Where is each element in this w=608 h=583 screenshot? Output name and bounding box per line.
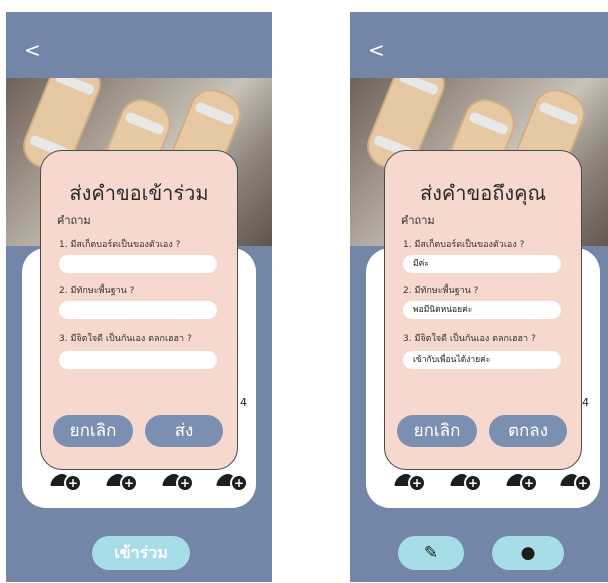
dialog-title: ส่งคำขอเข้าร่วม	[69, 181, 209, 205]
add-user-icon[interactable]: +	[505, 468, 538, 492]
add-user-icon[interactable]: +	[215, 468, 248, 492]
question-label: 3. มีจิตใจดี เป็นกันเอง ตลกเฮฮา ?	[403, 334, 536, 344]
member-slots: + + + +	[38, 468, 248, 492]
add-user-icon[interactable]: +	[449, 468, 482, 492]
member-count: 4	[582, 396, 589, 409]
send-button[interactable]: ส่ง	[145, 415, 223, 447]
back-button[interactable]: <	[24, 40, 41, 60]
accept-button[interactable]: ตกลง	[489, 415, 567, 447]
answer-field: เข้ากับเพื่อนได้ง่ายค่ะ	[403, 351, 561, 369]
member-slots: + + + +	[382, 468, 592, 492]
dialog-title: ส่งคำขอถึงคุณ	[419, 181, 547, 205]
pencil-icon: ✎	[423, 543, 439, 563]
member-count: 4	[240, 396, 247, 409]
cancel-button[interactable]: ยกเลิก	[53, 415, 133, 447]
decline-button[interactable]: ยกเลิก	[397, 415, 477, 447]
chevron-left-icon: <	[368, 38, 385, 62]
join-request-dialog: ส่งคำขอเข้าร่วม คำถาม 1. มีสเก็ตบอร์ดเป็…	[40, 150, 238, 470]
question-label: 3. มีจิตใจดี เป็นกันเอง ตลกเฮฮา ?	[59, 334, 192, 344]
add-user-icon[interactable]: +	[49, 468, 82, 492]
phone-screen-incoming-request: < 4 + + + + ✎ ● ส่งคำขอถึงคุณ คำถาม 1. ม…	[350, 12, 608, 582]
chevron-left-icon: <	[24, 38, 41, 62]
question-label: 2. มีทักษะพื้นฐาน ?	[59, 286, 135, 296]
answer-field: พอมีนิดหน่อยค่ะ	[403, 301, 561, 319]
add-user-icon[interactable]: +	[161, 468, 194, 492]
question-label: 1. มีสเก็ตบอร์ดเป็นของตัวเอง ?	[59, 240, 181, 250]
phone-screen-join-request: < 4 + + + + เข้าร่วม ส่งคำขอเข้าร่วม คำถ…	[6, 12, 272, 582]
answer-input[interactable]	[59, 255, 217, 273]
answer-field: มีค่ะ	[403, 255, 561, 273]
chat-bubble-icon: ●	[520, 543, 536, 563]
back-button[interactable]: <	[368, 40, 385, 60]
chat-button[interactable]: ●	[492, 536, 564, 570]
edit-button[interactable]: ✎	[398, 536, 464, 570]
add-user-icon[interactable]: +	[559, 468, 592, 492]
answer-input[interactable]	[59, 351, 217, 369]
add-user-icon[interactable]: +	[393, 468, 426, 492]
answer-input[interactable]	[59, 301, 217, 319]
incoming-request-dialog: ส่งคำขอถึงคุณ คำถาม 1. มีสเก็ตบอร์ดเป็นข…	[384, 150, 582, 470]
add-user-icon[interactable]: +	[105, 468, 138, 492]
questions-heading: คำถาม	[401, 214, 435, 227]
questions-heading: คำถาม	[57, 214, 91, 227]
join-button[interactable]: เข้าร่วม	[92, 536, 190, 570]
question-label: 2. มีทักษะพื้นฐาน ?	[403, 286, 479, 296]
question-label: 1. มีสเก็ตบอร์ดเป็นของตัวเอง ?	[403, 240, 525, 250]
